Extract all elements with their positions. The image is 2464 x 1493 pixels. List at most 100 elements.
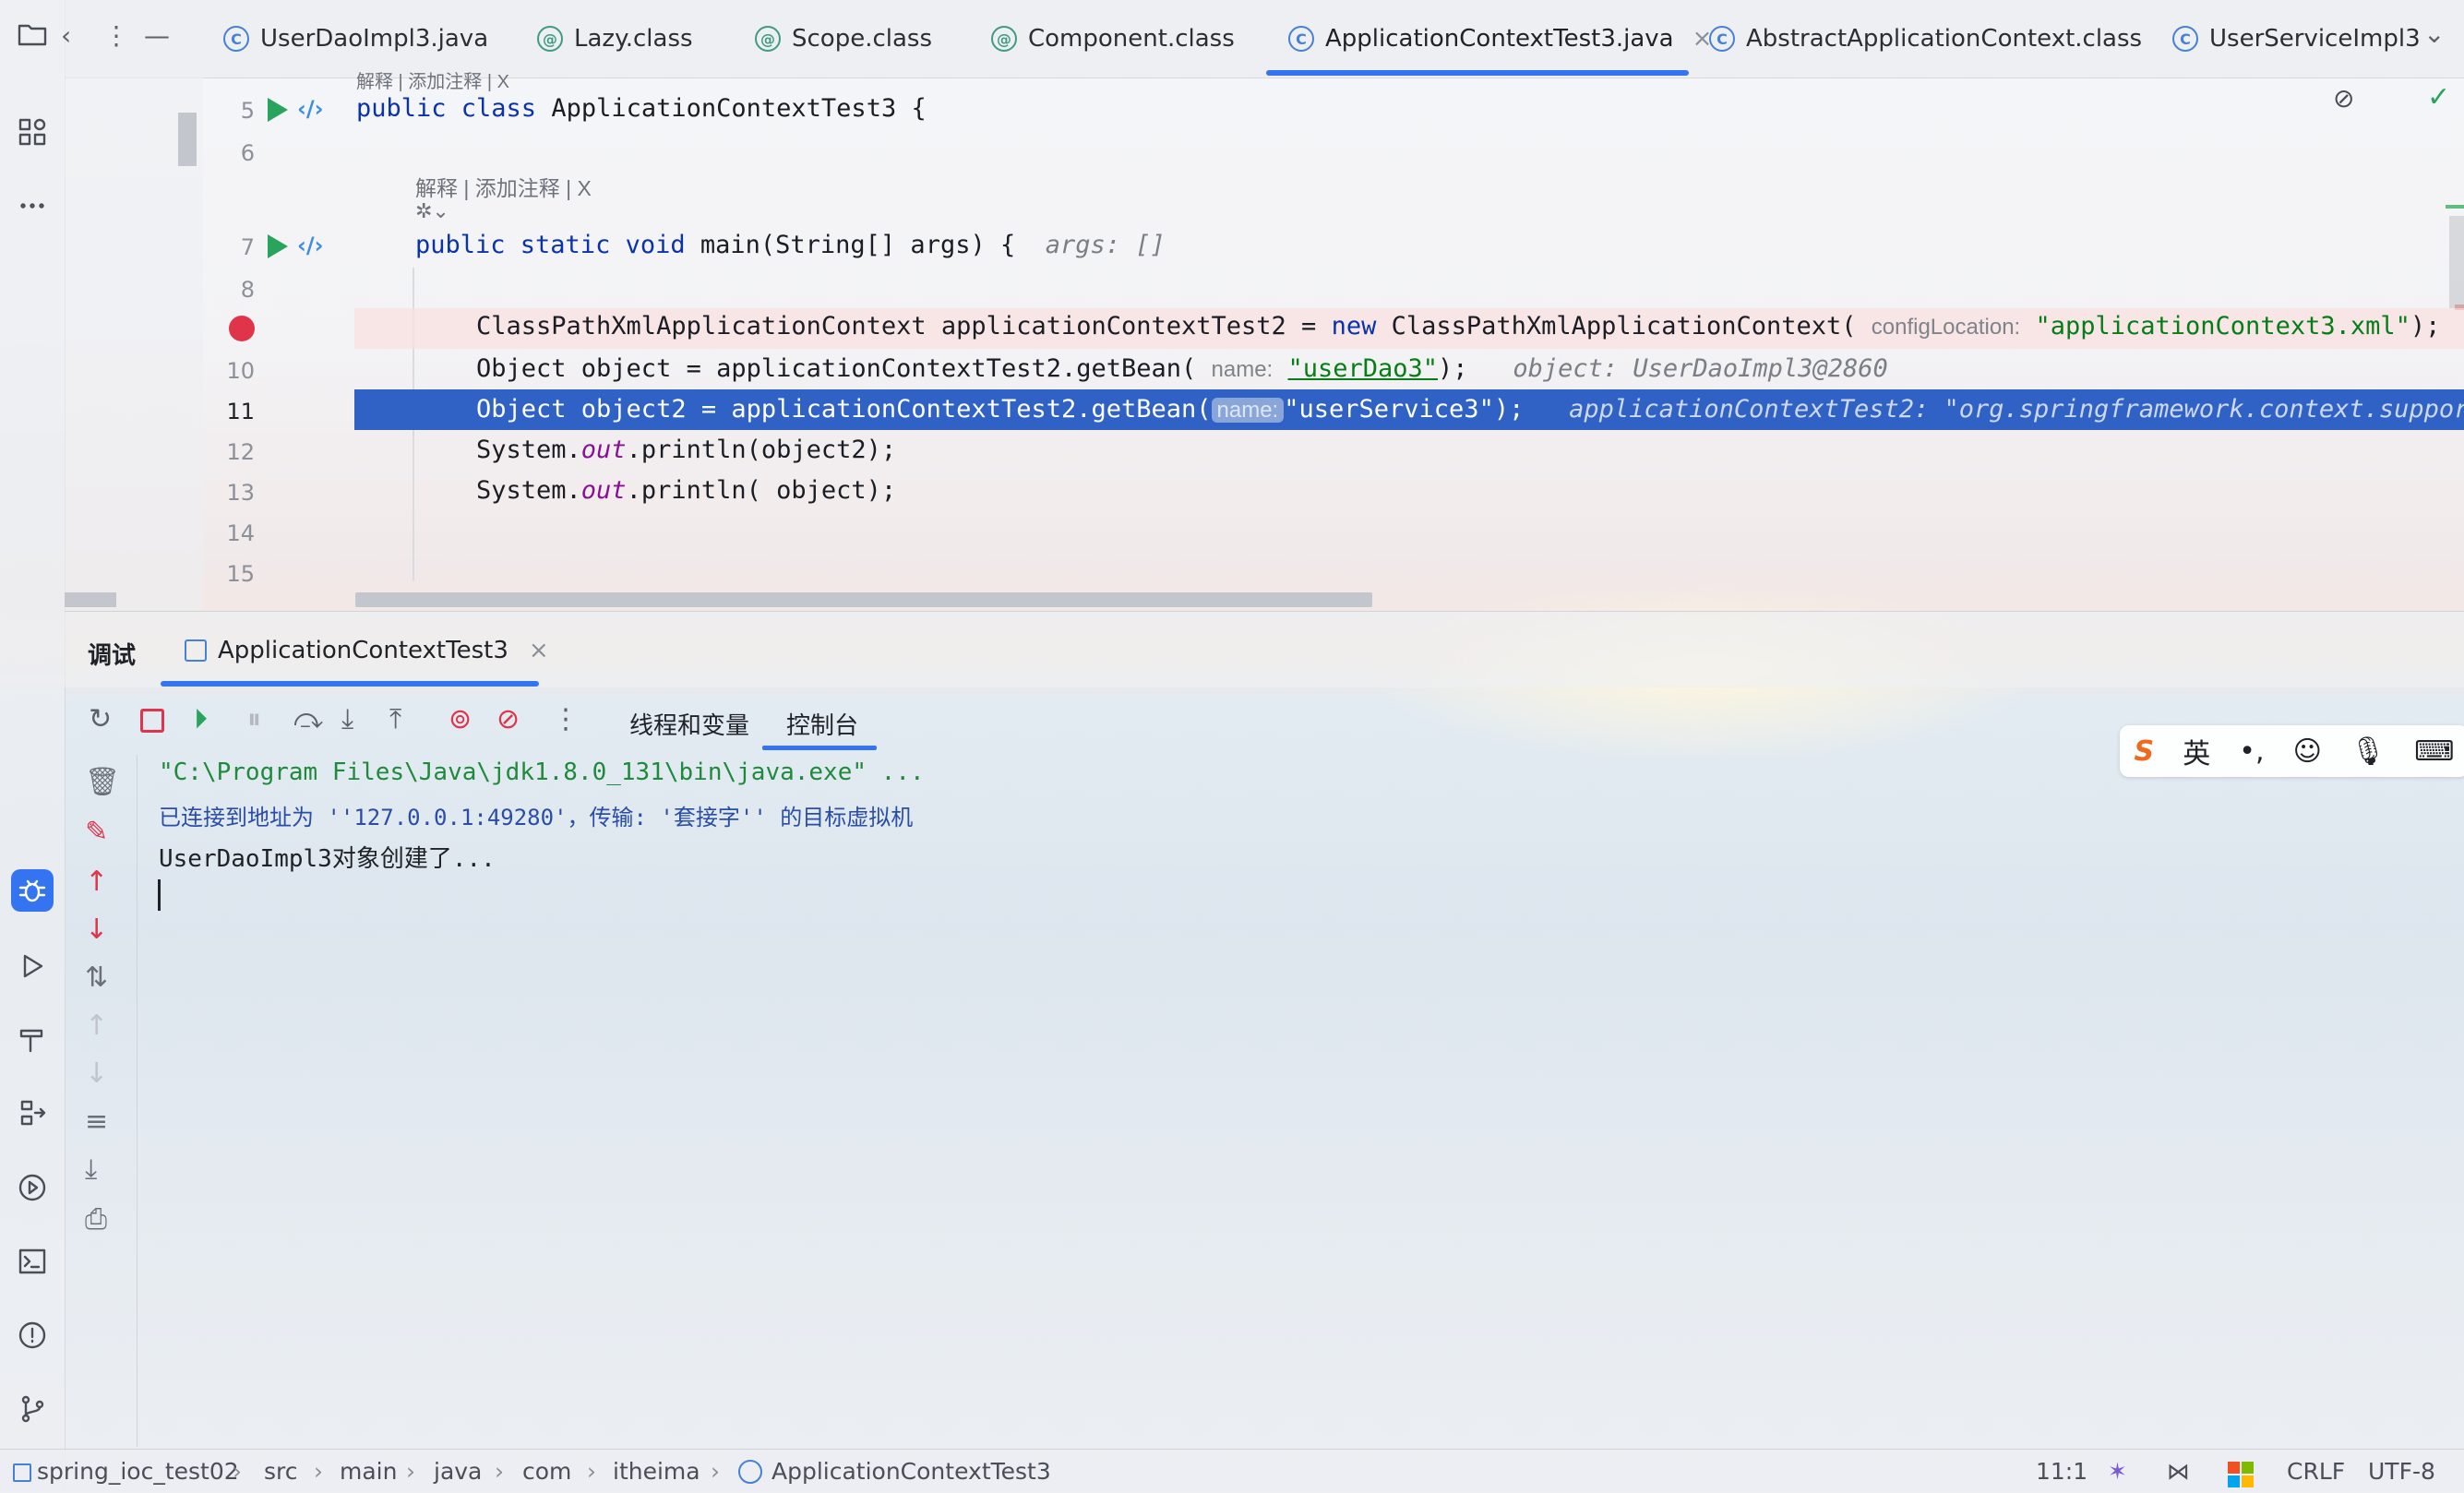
- step-over-icon[interactable]: ⤼: [293, 703, 323, 735]
- sort-icon[interactable]: ⇅: [85, 961, 108, 994]
- soft-wrap-icon[interactable]: ≡: [85, 1105, 108, 1138]
- gutter-horizontal-scroll[interactable]: [65, 592, 116, 607]
- reader-mode-icon[interactable]: ⊘: [2333, 83, 2354, 113]
- step-into-icon[interactable]: ⤓: [341, 703, 353, 735]
- tab-menu-icon[interactable]: ⋮: [103, 20, 129, 51]
- annotation-icon: @: [991, 26, 1017, 52]
- stop-icon[interactable]: [140, 709, 164, 733]
- breadcrumb-item[interactable]: main: [340, 1458, 397, 1485]
- code-line-5[interactable]: public class ApplicationContextTest3 {: [356, 94, 927, 123]
- run-icon[interactable]: [11, 945, 54, 987]
- tool-window-strip: [0, 0, 66, 1492]
- code-line-10[interactable]: Object object = applicationContextTest2.…: [476, 354, 1888, 383]
- collapse-icon[interactable]: —: [144, 20, 170, 51]
- breadcrumb-item[interactable]: com: [522, 1458, 571, 1485]
- scroll-to-end-icon[interactable]: ⤓: [85, 1153, 97, 1186]
- problems-icon[interactable]: [11, 1314, 54, 1356]
- line-number: 15: [226, 561, 255, 587]
- class-icon: C: [223, 26, 249, 52]
- tab-scroll-left-icon[interactable]: ‹: [61, 20, 71, 51]
- mute-breakpoints-icon[interactable]: ⊘: [496, 703, 520, 735]
- ai-assistant-status-icon[interactable]: ✶: [2108, 1458, 2127, 1485]
- microphone-icon[interactable]: 🎙: [2350, 735, 2386, 768]
- clear-icon[interactable]: ✎: [85, 816, 108, 848]
- tab-component[interactable]: @ Component.class: [991, 0, 1235, 78]
- editor-scrollbar[interactable]: [2449, 216, 2464, 308]
- tab-console[interactable]: 控制台: [786, 707, 858, 741]
- class-icon: C: [2172, 26, 2198, 52]
- emoji-icon[interactable]: ☺: [2293, 735, 2322, 768]
- tab-scope[interactable]: @ Scope.class: [755, 0, 932, 78]
- editor-horizontal-scrollbar[interactable]: [355, 592, 1372, 607]
- step-out-icon[interactable]: ⤒: [389, 703, 401, 735]
- pause-icon[interactable]: ⏸: [247, 703, 261, 735]
- sogou-logo-icon[interactable]: S: [2135, 735, 2155, 768]
- debug-gutter-icon[interactable]: ‹/›: [297, 233, 324, 258]
- print-icon[interactable]: ⎙: [85, 1203, 107, 1236]
- run-gutter-icon[interactable]: [268, 234, 288, 258]
- down-arrow-icon[interactable]: ↓: [85, 914, 108, 946]
- debug-gutter-icon[interactable]: ‹/›: [297, 96, 324, 122]
- ai-assistant-icon[interactable]: ✲⌄: [415, 199, 449, 223]
- trash-icon[interactable]: 🗑: [85, 766, 120, 798]
- breadcrumb-separator-icon: ›: [233, 1458, 242, 1485]
- more-options-icon[interactable]: ⋮: [552, 703, 580, 735]
- tab-userserviceimpl3[interactable]: C UserServiceImpl3: [2172, 0, 2421, 78]
- resume-icon[interactable]: ⏵: [194, 703, 208, 735]
- breadcrumb-item-class[interactable]: ApplicationContextTest3: [738, 1458, 1051, 1485]
- build-hammer-icon[interactable]: [11, 1019, 54, 1061]
- caret-position[interactable]: 11:1: [2036, 1458, 2087, 1485]
- tab-lazy[interactable]: @ Lazy.class: [537, 0, 693, 78]
- rerun-icon[interactable]: ↻: [89, 703, 112, 735]
- up-arrow-icon[interactable]: ↑: [85, 866, 108, 898]
- code-line-9[interactable]: ClassPathXmlApplicationContext applicati…: [476, 312, 2440, 340]
- breadcrumb-item[interactable]: itheima: [613, 1458, 700, 1485]
- endpoints-icon[interactable]: [11, 1166, 54, 1209]
- run-gutter-icon[interactable]: [268, 98, 288, 122]
- codevision-annotation[interactable]: 解释 | 添加注释 | X: [415, 171, 592, 202]
- breadcrumb-separator-icon: ›: [314, 1458, 323, 1485]
- vcs-status-icon[interactable]: ⋈: [2167, 1458, 2190, 1485]
- keyboard-icon[interactable]: ⌨: [2414, 735, 2454, 768]
- class-icon: C: [1288, 26, 1314, 52]
- code-line-7[interactable]: public static void main(String[] args) {…: [415, 231, 1166, 259]
- services-icon[interactable]: [11, 1093, 54, 1135]
- codevision-annotation[interactable]: 解释 | 添加注释 | X: [356, 66, 509, 93]
- structure-icon[interactable]: [11, 111, 54, 153]
- code-line-13[interactable]: System.out.println( object);: [476, 476, 896, 505]
- breadcrumb-item[interactable]: spring_ioc_test02: [37, 1458, 239, 1485]
- line-number: 12: [226, 439, 255, 465]
- code-line-12[interactable]: System.out.println(object2);: [476, 436, 896, 464]
- windows-logo-icon[interactable]: [2228, 1462, 2254, 1487]
- tab-applicationcontexttest3[interactable]: C ApplicationContextTest3.java ×: [1288, 0, 1712, 78]
- view-breakpoints-icon[interactable]: ⊚: [449, 703, 472, 735]
- tab-abstractapplicationcontext[interactable]: C AbstractApplicationContext.class: [1709, 0, 2142, 78]
- file-encoding[interactable]: UTF-8: [2368, 1458, 2435, 1485]
- breadcrumb-item[interactable]: src: [264, 1458, 298, 1485]
- terminal-icon[interactable]: [11, 1240, 54, 1283]
- line-number: 7: [240, 234, 255, 260]
- inspection-ok-icon[interactable]: ✓: [2427, 81, 2450, 113]
- line-separator[interactable]: CRLF: [2287, 1458, 2345, 1485]
- code-line-11[interactable]: Object object2 = applicationContextTest2…: [476, 395, 2464, 424]
- debug-bug-icon[interactable]: [11, 869, 54, 912]
- punctuation-icon[interactable]: •,: [2239, 735, 2264, 768]
- more-icon[interactable]: [11, 185, 54, 227]
- module-icon: [13, 1463, 31, 1482]
- close-session-icon[interactable]: ×: [529, 637, 549, 664]
- ime-language-toggle[interactable]: 英: [2183, 731, 2210, 771]
- class-icon: C: [1709, 26, 1735, 52]
- tab-list-chevron-icon[interactable]: ⌄: [2423, 18, 2445, 49]
- breadcrumb-separator-icon: ›: [495, 1458, 504, 1485]
- debug-session-tab[interactable]: ApplicationContextTest3 ×: [185, 637, 549, 664]
- tab-threads-variables[interactable]: 线程和变量: [629, 707, 749, 741]
- git-branch-icon[interactable]: [11, 1388, 54, 1430]
- breakpoint-icon[interactable]: [229, 316, 255, 341]
- breadcrumb-item[interactable]: java: [434, 1458, 482, 1485]
- prev-occurrence-icon[interactable]: ↑: [85, 1009, 108, 1042]
- console-input-caret[interactable]: [158, 879, 161, 911]
- debug-panel-title: 调试: [88, 642, 137, 670]
- line-number: 14: [226, 520, 255, 546]
- folder-icon[interactable]: [11, 13, 54, 55]
- next-occurrence-icon[interactable]: ↓: [85, 1057, 108, 1090]
